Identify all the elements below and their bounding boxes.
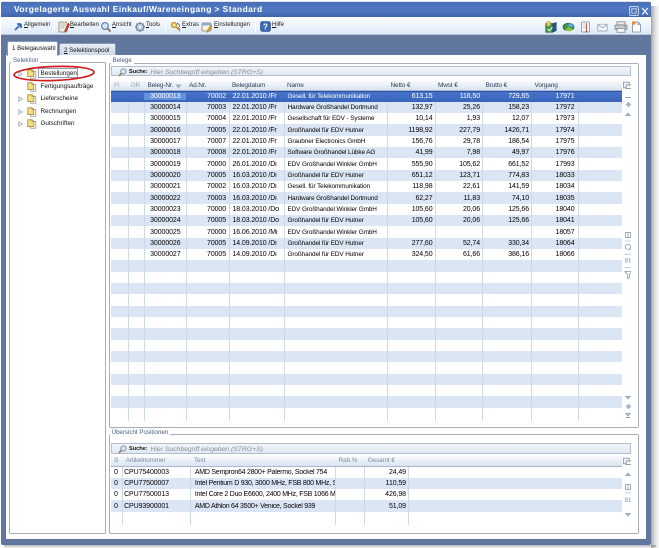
svg-text:Bb: Bb [624,258,631,264]
svg-text:Bb: Bb [624,498,631,504]
